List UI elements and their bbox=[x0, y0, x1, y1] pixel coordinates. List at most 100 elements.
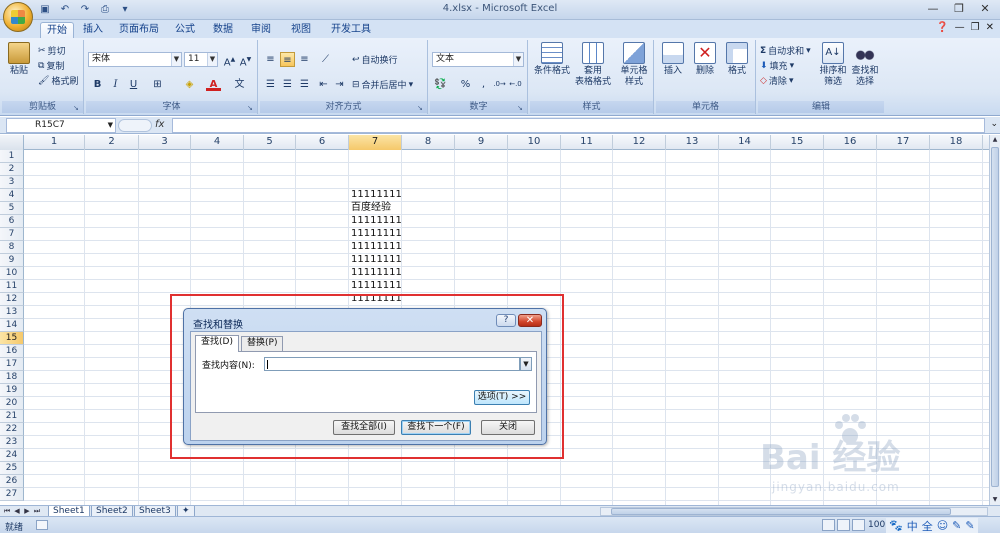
chevron-down-icon[interactable]: ▼ bbox=[520, 357, 532, 371]
align-bottom-icon[interactable]: ≡ bbox=[297, 52, 312, 67]
paw-icon[interactable]: 🐾 bbox=[889, 519, 903, 532]
column-header[interactable]: 10 bbox=[508, 135, 561, 150]
cell[interactable]: 11111111 bbox=[349, 189, 402, 202]
ribbon-restore-icon[interactable]: ❐ bbox=[971, 22, 980, 33]
select-all-corner[interactable] bbox=[0, 135, 24, 150]
column-header[interactable]: 4 bbox=[191, 135, 244, 150]
row-header[interactable]: 22 bbox=[0, 423, 24, 436]
font-size-combo[interactable]: 11 ▼ bbox=[184, 52, 218, 67]
tab-developer[interactable]: 开发工具 bbox=[326, 22, 376, 38]
normal-view-icon[interactable] bbox=[822, 519, 835, 531]
close-button[interactable]: 关闭 bbox=[481, 420, 535, 435]
row-header[interactable]: 15 bbox=[0, 332, 24, 345]
column-header[interactable]: 15 bbox=[771, 135, 824, 150]
wrap-text-button[interactable]: ↩ 自动换行 bbox=[352, 53, 398, 67]
row-header[interactable]: 23 bbox=[0, 436, 24, 449]
orientation-icon[interactable]: ⟋ bbox=[318, 52, 333, 67]
comma-button[interactable]: , bbox=[476, 77, 491, 92]
insert-cells-button[interactable]: 插入 bbox=[658, 42, 688, 77]
insert-function-button[interactable]: fx bbox=[155, 119, 164, 130]
first-sheet-icon[interactable]: ⏮ bbox=[3, 506, 11, 516]
row-header[interactable]: 19 bbox=[0, 384, 24, 397]
tab-find[interactable]: 查找(D) bbox=[195, 335, 239, 352]
scroll-up-icon[interactable]: ▲ bbox=[990, 135, 1000, 145]
restore-icon[interactable]: ❐ bbox=[948, 1, 970, 17]
tab-replace[interactable]: 替换(P) bbox=[241, 336, 284, 351]
row-header[interactable]: 4 bbox=[0, 189, 24, 202]
phonetic-icon[interactable]: 文 bbox=[232, 77, 247, 92]
page-break-view-icon[interactable] bbox=[852, 519, 865, 531]
column-header[interactable]: 8 bbox=[402, 135, 455, 150]
ime-chinese[interactable]: 中 bbox=[907, 518, 918, 533]
tab-insert[interactable]: 插入 bbox=[78, 22, 108, 38]
row-header[interactable]: 5 bbox=[0, 202, 24, 215]
bold-button[interactable]: B bbox=[90, 77, 105, 92]
row-header[interactable]: 6 bbox=[0, 215, 24, 228]
cell[interactable]: 百度经验 bbox=[349, 202, 391, 215]
conditional-format-button[interactable]: 条件格式 bbox=[534, 42, 570, 77]
chevron-down-icon[interactable]: ▼ bbox=[513, 53, 523, 66]
last-sheet-icon[interactable]: ⏭ bbox=[33, 506, 41, 516]
row-header[interactable]: 17 bbox=[0, 358, 24, 371]
minimize-icon[interactable]: — bbox=[922, 1, 944, 17]
next-sheet-icon[interactable]: ▶ bbox=[23, 506, 31, 516]
number-format-combo[interactable]: 文本 ▼ bbox=[432, 52, 524, 67]
page-layout-view-icon[interactable] bbox=[837, 519, 850, 531]
column-header[interactable]: 6 bbox=[296, 135, 349, 150]
row-header[interactable]: 21 bbox=[0, 410, 24, 423]
column-header[interactable]: 13 bbox=[666, 135, 719, 150]
dialog-launcher-icon[interactable]: ↘ bbox=[517, 104, 525, 112]
fill-button[interactable]: ⬇ 填充 ▾ bbox=[760, 59, 794, 73]
find-select-button[interactable]: 查找和 选择 bbox=[850, 42, 880, 88]
chevron-down-icon[interactable]: ⌄ bbox=[990, 119, 998, 129]
zoom-level[interactable]: 100 bbox=[868, 520, 885, 530]
column-header[interactable]: 16 bbox=[824, 135, 877, 150]
column-header[interactable]: 18 bbox=[930, 135, 983, 150]
grow-font-icon[interactable]: A▲ bbox=[222, 52, 237, 68]
help-icon[interactable]: ❓ bbox=[936, 22, 948, 33]
tab-home[interactable]: 开始 bbox=[40, 22, 74, 38]
tab-formulas[interactable]: 公式 bbox=[170, 22, 200, 38]
cell[interactable]: 11111111 bbox=[349, 215, 402, 228]
column-header[interactable]: 17 bbox=[877, 135, 930, 150]
dialog-launcher-icon[interactable]: ↘ bbox=[417, 104, 425, 112]
column-header[interactable]: 14 bbox=[719, 135, 771, 150]
column-header[interactable]: 9 bbox=[455, 135, 508, 150]
underline-button[interactable]: U bbox=[126, 77, 141, 92]
vertical-scrollbar[interactable]: ▲ ▼ bbox=[989, 135, 1000, 505]
ime-pen[interactable]: ✎ bbox=[965, 519, 974, 532]
row-header[interactable]: 7 bbox=[0, 228, 24, 241]
align-center-icon[interactable]: ☰ bbox=[280, 77, 295, 92]
column-header[interactable]: 2 bbox=[85, 135, 139, 150]
dialog-launcher-icon[interactable]: ↘ bbox=[247, 104, 255, 112]
align-top-icon[interactable]: ≡ bbox=[263, 52, 278, 67]
italic-button[interactable]: I bbox=[108, 77, 123, 92]
autosum-button[interactable]: Σ 自动求和 ▾ bbox=[760, 44, 811, 58]
increase-indent-icon[interactable]: ⇥ bbox=[332, 77, 347, 92]
tab-data[interactable]: 数据 bbox=[208, 22, 238, 38]
ime-emoji[interactable]: ☺ bbox=[937, 519, 948, 532]
column-header[interactable]: 3 bbox=[139, 135, 191, 150]
ime-fullwidth[interactable]: 全 bbox=[922, 518, 933, 533]
cell[interactable]: 11111111 bbox=[349, 280, 402, 293]
row-header[interactable]: 3 bbox=[0, 176, 24, 189]
dialog-help-button[interactable]: ? bbox=[496, 314, 516, 327]
office-button[interactable] bbox=[3, 2, 33, 32]
row-header[interactable]: 13 bbox=[0, 306, 24, 319]
row-header[interactable]: 1 bbox=[0, 150, 24, 163]
formula-bar-toggle[interactable] bbox=[118, 119, 152, 132]
increase-decimal-icon[interactable]: .0→ bbox=[492, 77, 507, 92]
font-color-icon[interactable]: A bbox=[206, 77, 221, 91]
cell-styles-button[interactable]: 单元格 样式 bbox=[616, 42, 652, 88]
format-as-table-button[interactable]: 套用 表格格式 bbox=[574, 42, 612, 88]
dialog-close-button[interactable]: ✕ bbox=[518, 314, 542, 327]
tab-view[interactable]: 视图 bbox=[286, 22, 316, 38]
align-middle-icon[interactable]: ≡ bbox=[280, 52, 295, 67]
paste-button[interactable]: 粘贴 bbox=[4, 42, 34, 77]
find-all-button[interactable]: 查找全部(I) bbox=[333, 420, 395, 435]
row-header[interactable]: 10 bbox=[0, 267, 24, 280]
row-header[interactable]: 11 bbox=[0, 280, 24, 293]
border-icon[interactable]: ⊞ bbox=[150, 77, 165, 92]
merge-center-button[interactable]: ⊟ 合并后居中 ▾ bbox=[352, 78, 413, 92]
row-header[interactable]: 26 bbox=[0, 475, 24, 488]
